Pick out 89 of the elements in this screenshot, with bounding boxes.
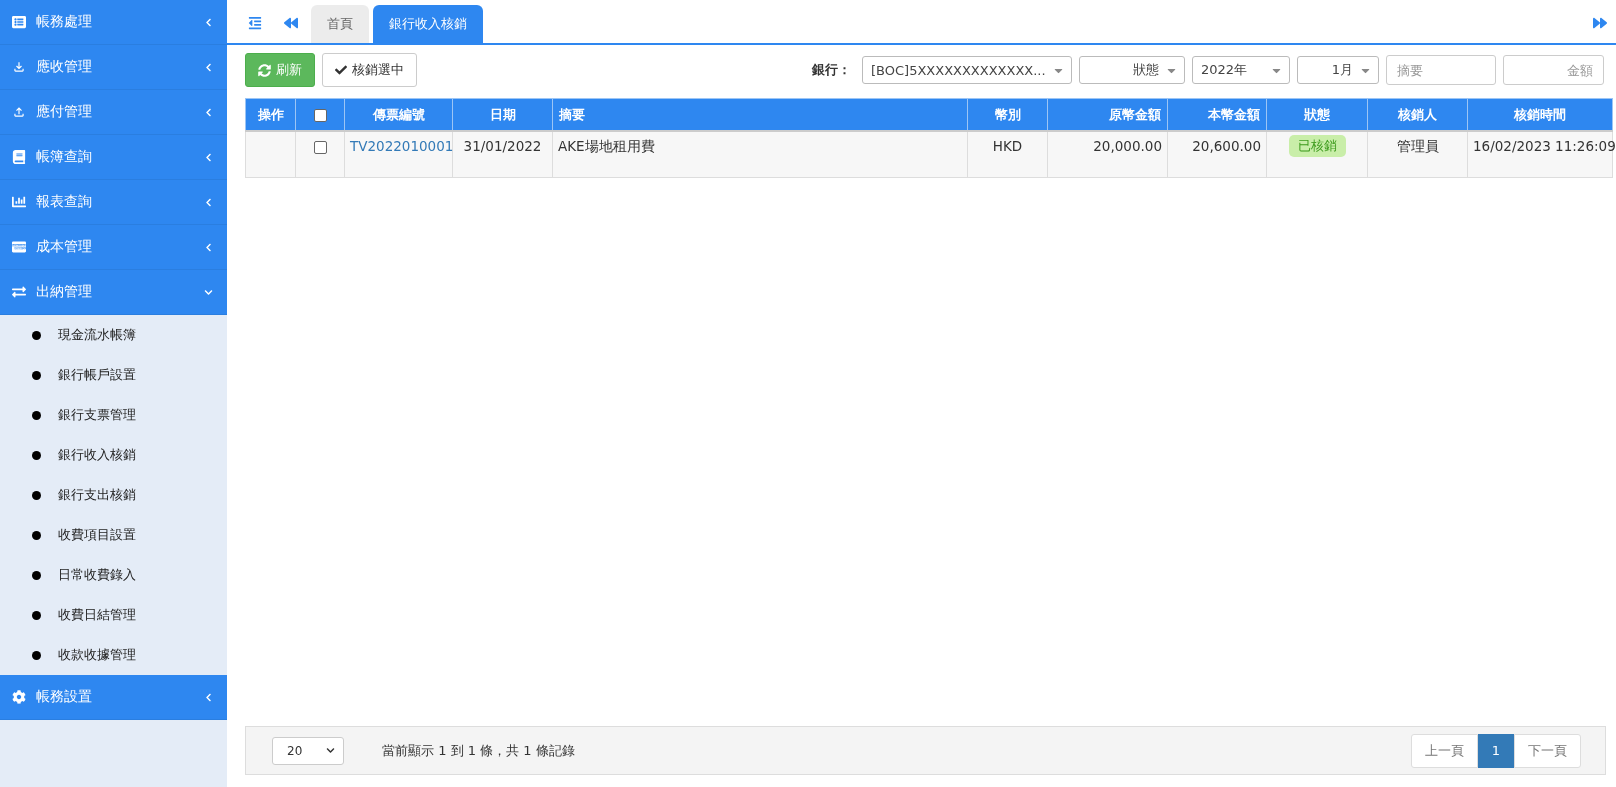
month-select[interactable]: 1月	[1297, 56, 1379, 84]
bullet-icon	[32, 610, 41, 620]
card-icon	[12, 240, 26, 254]
list-icon	[12, 15, 26, 29]
menu-label: 帳務處理	[36, 13, 93, 31]
sidebar-menu-item[interactable]: 報表查詢	[0, 180, 227, 225]
sidebar-menu-item[interactable]: 帳簿查詢	[0, 135, 227, 180]
next-page-button[interactable]: 下一頁	[1514, 733, 1581, 768]
checkbox[interactable]	[313, 109, 327, 122]
prev-page-button[interactable]: 上一頁	[1410, 733, 1478, 768]
bullet-icon	[32, 570, 41, 580]
menu-label: 帳務設置	[36, 688, 93, 706]
column-header: 原幣金額	[1047, 98, 1168, 131]
check-icon	[335, 64, 347, 76]
column-header: 核銷人	[1367, 98, 1468, 131]
sidebar-menu-item[interactable]: 出納管理	[0, 270, 227, 315]
table-cell: 31/01/2022	[452, 131, 553, 178]
sidebar-menu-item[interactable]: 應收管理	[0, 45, 227, 90]
tray-down-icon	[12, 60, 26, 74]
refresh-icon	[258, 63, 271, 77]
year-select[interactable]: 2022年	[1192, 56, 1290, 84]
sidebar-menu-item[interactable]: 帳務處理	[0, 0, 227, 45]
submenu-item[interactable]: 銀行支出核銷	[0, 475, 227, 515]
status-select[interactable]: 狀態	[1079, 56, 1185, 84]
records-info: 當前顯示 1 到 1 條，共 1 條記錄	[382, 741, 576, 760]
bullet-icon	[32, 450, 41, 460]
chevron-down-icon	[326, 746, 335, 755]
column-header: 核銷時間	[1467, 98, 1613, 131]
page-button[interactable]: 1	[1477, 733, 1514, 768]
chevron-left-icon	[204, 692, 213, 702]
amount-field[interactable]: 金額	[1503, 55, 1604, 85]
bullet-icon	[32, 410, 41, 420]
bank-select[interactable]: [BOC]5XXXXXXXXXXXXX...	[862, 56, 1072, 84]
column-header: 操作	[245, 98, 296, 131]
tab[interactable]: 首頁	[311, 5, 369, 43]
bullet-icon	[32, 370, 41, 380]
voucher-link[interactable]: TV2022010001	[350, 138, 454, 154]
table-cell: 20,000.00	[1047, 131, 1168, 178]
column-header: 狀態	[1266, 98, 1368, 131]
column-header: 日期	[452, 98, 553, 131]
table-cell: 16/02/2023 11:26:09	[1467, 131, 1613, 178]
tab[interactable]: 銀行收入核銷	[373, 5, 483, 43]
chevron-left-icon	[204, 107, 213, 117]
menu-label: 帳簿查詢	[36, 148, 93, 166]
chevron-left-icon	[204, 62, 213, 72]
chevron-left-icon	[204, 152, 213, 162]
menu-label: 應收管理	[36, 58, 93, 76]
submenu-item[interactable]: 銀行支票管理	[0, 395, 227, 435]
bank-label: 銀行：	[812, 61, 851, 79]
menu-label: 出納管理	[36, 283, 93, 301]
status-badge: 已核銷	[1288, 135, 1346, 157]
settings-icon	[12, 690, 26, 704]
tray-up-icon	[12, 105, 26, 119]
table-cell: 20,600.00	[1167, 131, 1267, 178]
column-header: 幣別	[967, 98, 1048, 131]
submenu-item[interactable]: 收費項目設置	[0, 515, 227, 555]
book-icon	[12, 150, 26, 164]
bullet-icon	[32, 650, 41, 660]
submenu-item[interactable]: 銀行帳戶設置	[0, 355, 227, 395]
chevron-down-icon	[204, 287, 213, 297]
summary-field[interactable]: 摘要	[1386, 55, 1496, 85]
checkbox[interactable]	[313, 140, 327, 154]
menu-label: 成本管理	[36, 238, 93, 256]
table-cell: HKD	[967, 131, 1048, 178]
column-header: 傳票編號	[344, 98, 453, 131]
column-header: 摘要	[552, 98, 968, 131]
submenu-item[interactable]: 銀行收入核銷	[0, 435, 227, 475]
column-header: 本幣金額	[1167, 98, 1267, 131]
table-cell: AKE場地租用費	[552, 131, 968, 178]
submenu-item[interactable]: 收費日結管理	[0, 595, 227, 635]
bullet-icon	[32, 330, 41, 340]
sidebar-menu-item[interactable]: 應付管理	[0, 90, 227, 135]
chevron-left-icon	[204, 17, 213, 27]
submenu-item[interactable]: 日常收費錄入	[0, 555, 227, 595]
bullet-icon	[32, 490, 41, 500]
bar-chart-icon	[12, 195, 26, 209]
menu-label: 應付管理	[36, 103, 93, 121]
sidebar-menu-item[interactable]: 成本管理	[0, 225, 227, 270]
menu-label: 報表查詢	[36, 193, 93, 211]
submenu-item[interactable]: 現金流水帳簿	[0, 315, 227, 355]
submenu-item[interactable]: 收款收據管理	[0, 635, 227, 675]
chevron-left-icon	[204, 197, 213, 207]
chevron-left-icon	[204, 242, 213, 252]
sidebar-menu-item[interactable]: 帳務設置	[0, 675, 227, 720]
verify-selected-button[interactable]: 核銷選中	[322, 53, 417, 87]
table-cell: 管理員	[1367, 131, 1468, 178]
exchange-icon	[12, 285, 26, 299]
page-size-select[interactable]: 20	[272, 736, 344, 765]
bullet-icon	[32, 530, 41, 540]
